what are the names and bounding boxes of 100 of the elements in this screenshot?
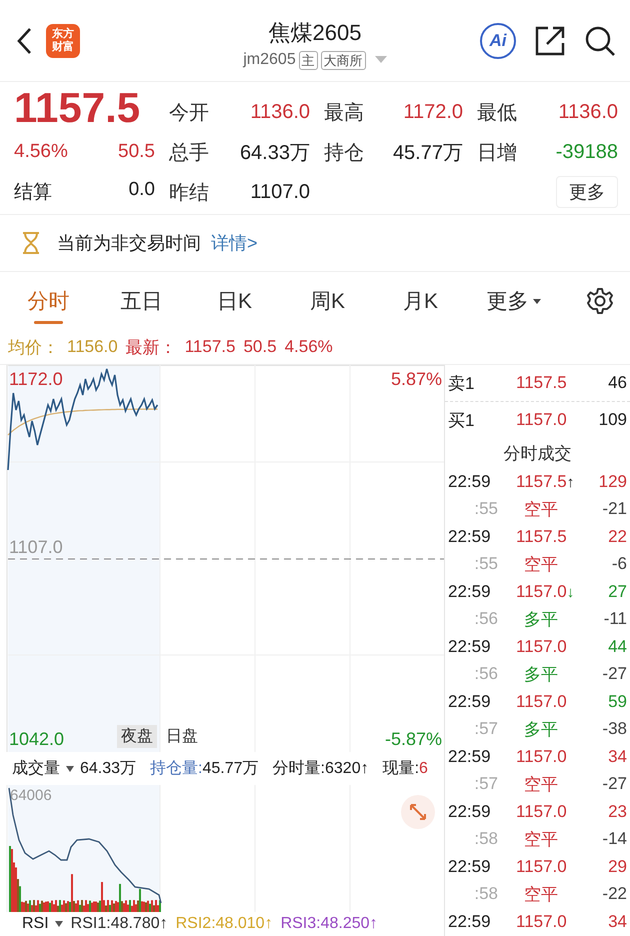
position-change: -22 [601,884,627,904]
caret-icon [66,766,74,772]
chart-tab[interactable]: 五日 [95,272,188,330]
trade-type: 多平 [524,664,558,684]
trade-volume: 34 [607,746,627,767]
session-toggle[interactable]: 夜盘 [117,725,157,748]
session-toggle[interactable]: 日盘 [162,725,202,748]
contract-tag: 大商所 [320,50,366,70]
indicator-value: RSI1:48.780↑ [70,915,168,933]
trade-price: 1157.0 [516,912,567,931]
indicator-value: RSI3:48.250↑ [280,915,378,933]
details-link[interactable]: 详情> [211,231,258,255]
trade-time: 22:59 [448,856,492,877]
trade-seconds: :57 [473,719,498,740]
trade-time: 22:59 [448,692,492,712]
position-change: -27 [601,774,627,794]
summary-value: 4.56% [284,337,333,357]
contract-title: 焦煤2605 [268,18,362,46]
ai-button[interactable]: Ai [480,22,516,58]
order-level: 买1 [448,410,476,432]
trade-price: 1157.0 [516,856,567,876]
trade-volume: 59 [607,692,627,712]
field-label: 昨结 [168,180,210,206]
caret-icon [54,921,63,927]
contract-code: jm2605 [243,51,296,69]
trade-seconds: :58 [473,884,498,904]
expand-icon[interactable] [401,795,435,829]
trade-price: 1157.0 [516,692,567,711]
position-change: -14 [601,829,627,850]
indicator-selector[interactable]: 成交量 [12,758,60,779]
section-title: 分时成交 [502,442,572,464]
order-level: 卖1 [448,372,476,394]
axis-label: 5.87% [390,369,442,390]
trade-volume: 34 [607,912,627,932]
trade-type: 空平 [524,500,558,519]
order-volume: 109 [598,410,627,430]
position-change: -38 [601,719,627,740]
summary-value: 50.5 [243,337,277,357]
trade-seconds: :56 [473,664,498,684]
trade-seconds: :57 [473,774,498,794]
trade-volume: 29 [607,856,627,877]
volume-total: 64.33万 [80,759,136,779]
more-button[interactable]: 更多 [556,176,618,208]
chart-tab[interactable]: 周K [281,272,374,330]
trade-price: 1157.0 [516,636,567,656]
summary-value: 1157.5 [184,337,236,357]
trade-type: 空平 [524,884,558,904]
chart-tab[interactable]: 月K [374,272,467,330]
field-label: 今开 [168,100,210,126]
field-label: 最低 [476,100,518,126]
settings-icon[interactable] [586,287,614,315]
order-price: 1157.0 [515,410,568,430]
trade-price: 1157.0 [516,582,567,601]
caret-icon [532,298,540,304]
trade-time: 22:59 [448,746,492,767]
chart-tab[interactable]: 日K [188,272,281,330]
trade-time: 22:59 [448,472,492,492]
share-icon[interactable] [534,24,566,56]
trade-type: 空平 [524,774,558,794]
trade-seconds: :56 [473,609,498,630]
field-value: -39188 [554,140,618,164]
position-change: -21 [601,499,627,520]
status-message: 当前为非交易时间 [57,232,201,255]
indicator-selector[interactable]: RSI [22,915,49,933]
trade-volume: 27 [607,582,627,602]
chart-tab[interactable]: 分时 [2,272,95,330]
field-value: 45.77万 [392,140,463,166]
stat-value: 6320↑ [325,760,369,777]
summary-label: 均价： [8,336,59,358]
indicator-value: RSI2:48.010↑ [176,915,273,933]
position-change: -6 [610,554,627,574]
field-label: 结算 [14,181,52,205]
stat-label: 分时量: [272,760,325,777]
field-label: 总手 [168,140,210,166]
change-percent: 4.56% [14,141,68,163]
contract-tag: 主 [298,50,318,70]
trade-price: 1157.0 [516,746,567,766]
trade-price: 1157.0 [516,802,567,821]
order-volume: 46 [607,373,627,393]
axis-label: 64006 [10,787,52,804]
trade-volume: 44 [607,636,627,657]
stat-value: 6 [419,760,428,777]
trade-seconds: :55 [473,499,498,520]
search-icon[interactable] [584,24,616,56]
trend-arrow: ↑ [566,474,574,491]
trade-seconds: :55 [473,554,498,574]
summary-label: 最新： [126,336,177,358]
stat-value: 45.77万 [202,760,259,777]
field-value: 64.33万 [238,140,310,166]
summary-value: 1156.0 [67,337,118,357]
position-change: -27 [601,664,627,684]
trade-seconds: :58 [473,829,498,850]
field-value: 1136.0 [557,100,618,124]
trade-time: 22:59 [448,582,492,602]
chart-tab[interactable]: 更多 [467,272,560,330]
back-icon[interactable] [16,26,32,54]
trade-type: 多平 [524,720,558,739]
trade-time: 22:59 [448,802,492,822]
stat-label: 持仓量: [150,760,202,777]
trade-time: 22:59 [448,636,492,657]
